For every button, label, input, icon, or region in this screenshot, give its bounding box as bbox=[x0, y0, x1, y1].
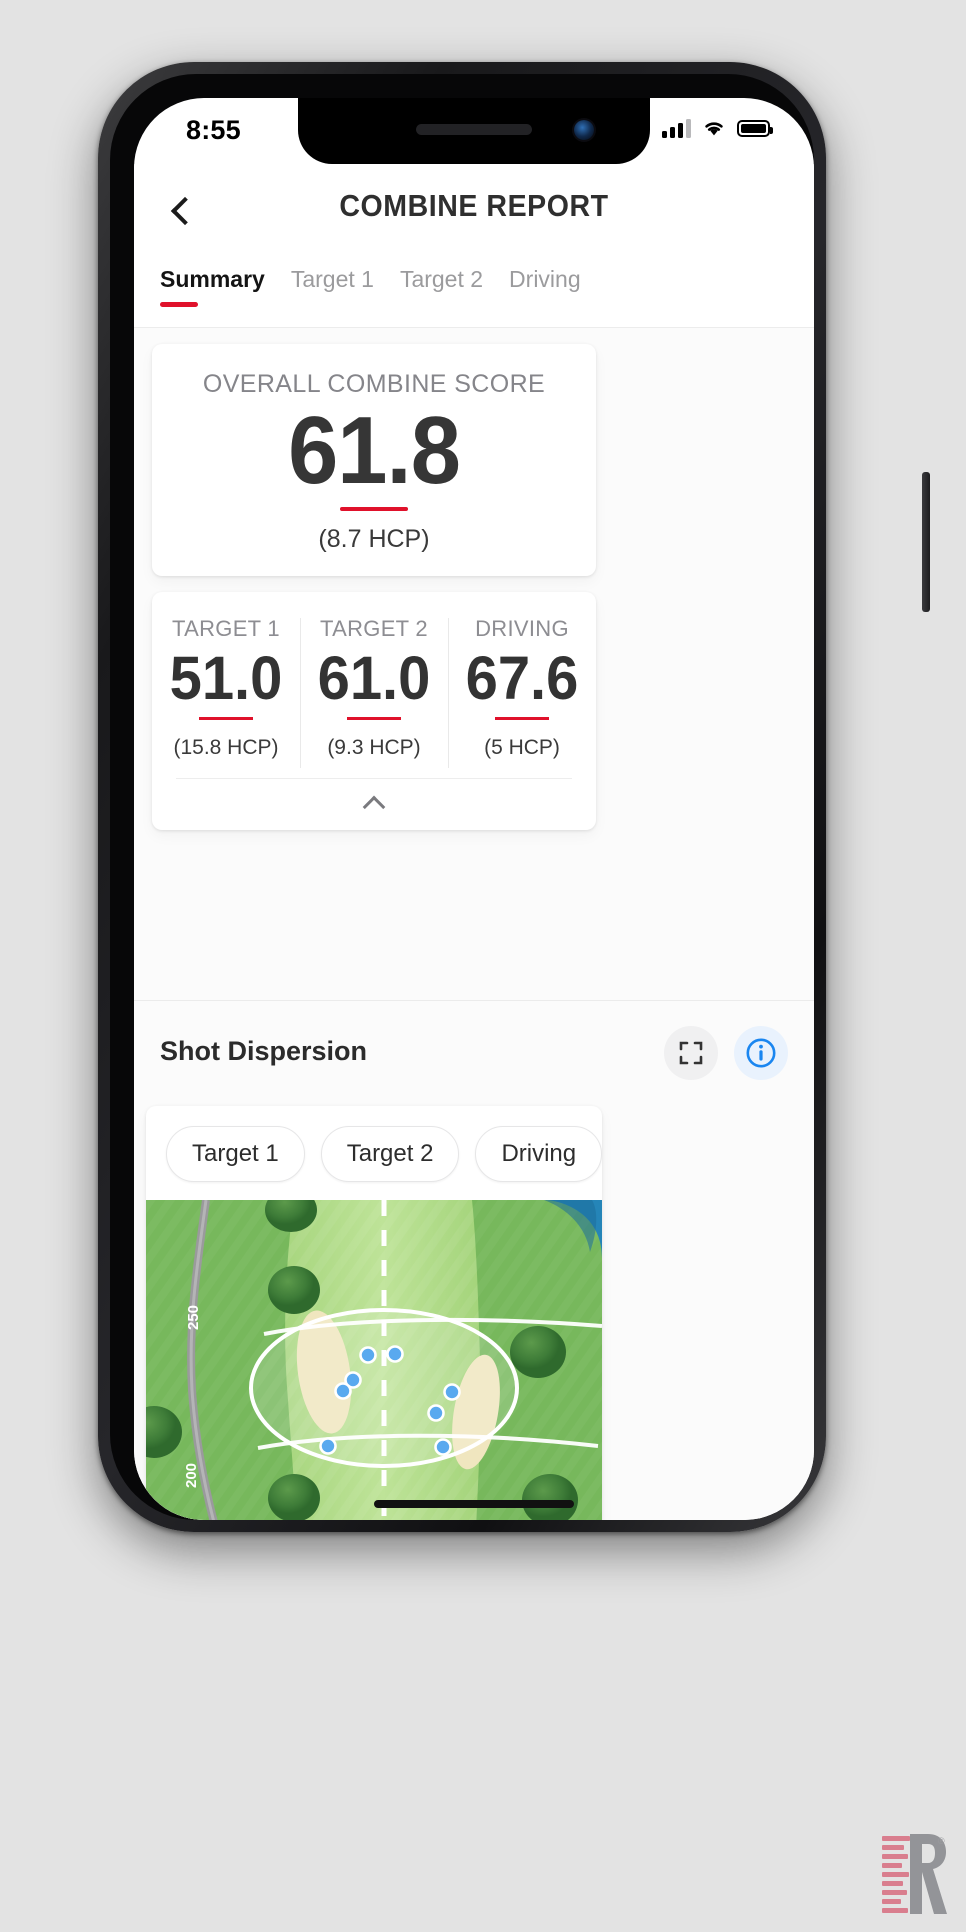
chevron-up-icon bbox=[362, 795, 386, 819]
shot-dispersion-card: Target 1 Target 2 Driving 250 200 bbox=[146, 1106, 602, 1520]
section-divider bbox=[134, 1000, 814, 1001]
battery-icon bbox=[737, 119, 773, 137]
tab-target-2[interactable]: Target 2 bbox=[400, 260, 483, 293]
breakdown-target-1-accent-rule bbox=[199, 716, 253, 720]
breakdown-target-2-title: TARGET 2 bbox=[320, 616, 428, 641]
earpiece-speaker-icon bbox=[416, 124, 532, 135]
nav-bar: COMBINE REPORT bbox=[134, 164, 814, 260]
score-breakdown-card: TARGET 1 51.0 (15.8 HCP) TARGET 2 61.0 (… bbox=[152, 592, 596, 830]
yardage-marker-200: 200 bbox=[183, 1463, 200, 1488]
breakdown-target-1-title: TARGET 1 bbox=[172, 616, 280, 641]
tab-target-1-label: Target 1 bbox=[290, 266, 374, 292]
status-time: 8:55 bbox=[186, 115, 241, 145]
tab-target-1[interactable]: Target 1 bbox=[291, 260, 374, 293]
score-breakdown-row: TARGET 1 51.0 (15.8 HCP) TARGET 2 61.0 (… bbox=[152, 592, 596, 770]
chip-target-1[interactable]: Target 1 bbox=[166, 1126, 305, 1182]
watermark-logo: ® bbox=[876, 1830, 952, 1922]
info-button[interactable] bbox=[734, 1026, 788, 1080]
breakdown-col-driving[interactable]: DRIVING 67.6 (5 HCP) bbox=[448, 616, 596, 770]
tab-driving[interactable]: Driving bbox=[509, 260, 581, 293]
shot-dispersion-title: Shot Dispersion bbox=[160, 1036, 368, 1066]
tab-driving-label: Driving bbox=[509, 266, 581, 292]
content-scroll-area[interactable]: OVERALL COMBINE SCORE 61.8 (8.7 HCP) TAR… bbox=[134, 328, 814, 1520]
overall-score-accent-rule bbox=[340, 506, 408, 511]
cellular-signal-icon bbox=[662, 118, 691, 138]
shot-dot bbox=[334, 1382, 352, 1400]
power-button[interactable] bbox=[922, 472, 930, 612]
info-circle-icon bbox=[746, 1038, 776, 1068]
breakdown-col-target-2[interactable]: TARGET 2 61.0 (9.3 HCP) bbox=[300, 616, 448, 770]
course-map-svg: 250 200 bbox=[146, 1200, 602, 1520]
chip-target-2[interactable]: Target 2 bbox=[320, 1126, 460, 1182]
breakdown-driving-accent-rule bbox=[495, 716, 549, 720]
dispersion-filter-chips: Target 1 Target 2 Driving bbox=[146, 1106, 602, 1200]
shot-dot bbox=[427, 1404, 445, 1422]
breakdown-target-1-handicap: (15.8 HCP) bbox=[173, 735, 279, 759]
breakdown-col-target-1[interactable]: TARGET 1 51.0 (15.8 HCP) bbox=[152, 616, 300, 770]
svg-text:®: ® bbox=[938, 1836, 945, 1846]
shot-dot bbox=[359, 1346, 377, 1364]
shot-dot bbox=[434, 1438, 452, 1456]
device-notch bbox=[298, 98, 650, 164]
breakdown-target-1-score: 51.0 bbox=[169, 644, 283, 712]
shot-dispersion-actions bbox=[664, 1026, 788, 1080]
tab-summary-label: Summary bbox=[160, 266, 265, 292]
screenshot-root: 8:55 COMBINE REPORT Summary Target 1 Tar… bbox=[0, 0, 966, 1932]
status-icons bbox=[662, 118, 773, 138]
shot-dispersion-header: Shot Dispersion bbox=[134, 1016, 814, 1102]
overall-score-label: OVERALL COMBINE SCORE bbox=[202, 370, 546, 398]
tab-bar: Summary Target 1 Target 2 Driving bbox=[134, 260, 814, 328]
breakdown-target-2-score: 61.0 bbox=[317, 644, 431, 712]
phone-screen: 8:55 COMBINE REPORT Summary Target 1 Tar… bbox=[134, 98, 814, 1520]
breakdown-driving-score: 67.6 bbox=[465, 644, 579, 712]
tab-active-indicator bbox=[160, 302, 198, 307]
page-title: COMBINE REPORT bbox=[339, 188, 609, 223]
shot-dot bbox=[443, 1383, 461, 1401]
dispersion-ellipse bbox=[249, 1308, 519, 1468]
phone-device-frame: 8:55 COMBINE REPORT Summary Target 1 Tar… bbox=[98, 62, 930, 1532]
phone-bezel: 8:55 COMBINE REPORT Summary Target 1 Tar… bbox=[110, 74, 814, 1520]
overall-combine-score-card: OVERALL COMBINE SCORE 61.8 (8.7 HCP) bbox=[152, 344, 596, 576]
home-indicator[interactable] bbox=[374, 1500, 574, 1508]
course-map[interactable]: 250 200 bbox=[146, 1200, 602, 1520]
breakdown-collapse-button[interactable] bbox=[176, 777, 572, 830]
yardage-marker-250: 250 bbox=[185, 1305, 202, 1330]
overall-score-value: 61.8 bbox=[288, 397, 461, 504]
front-camera-icon bbox=[574, 120, 594, 140]
chip-driving[interactable]: Driving bbox=[475, 1126, 602, 1182]
shot-dot bbox=[386, 1345, 404, 1363]
overall-handicap-value: (8.7 HCP) bbox=[318, 524, 430, 553]
fullscreen-expand-icon bbox=[679, 1041, 703, 1065]
tab-summary[interactable]: Summary bbox=[160, 260, 265, 307]
wifi-icon bbox=[701, 118, 727, 138]
shot-dot bbox=[319, 1437, 337, 1455]
tab-target-2-label: Target 2 bbox=[399, 266, 484, 292]
fullscreen-expand-button[interactable] bbox=[664, 1026, 718, 1080]
breakdown-target-2-handicap: (9.3 HCP) bbox=[327, 735, 421, 759]
breakdown-target-2-accent-rule bbox=[347, 716, 401, 720]
breakdown-driving-handicap: (5 HCP) bbox=[484, 735, 560, 759]
breakdown-driving-title: DRIVING bbox=[475, 616, 569, 641]
